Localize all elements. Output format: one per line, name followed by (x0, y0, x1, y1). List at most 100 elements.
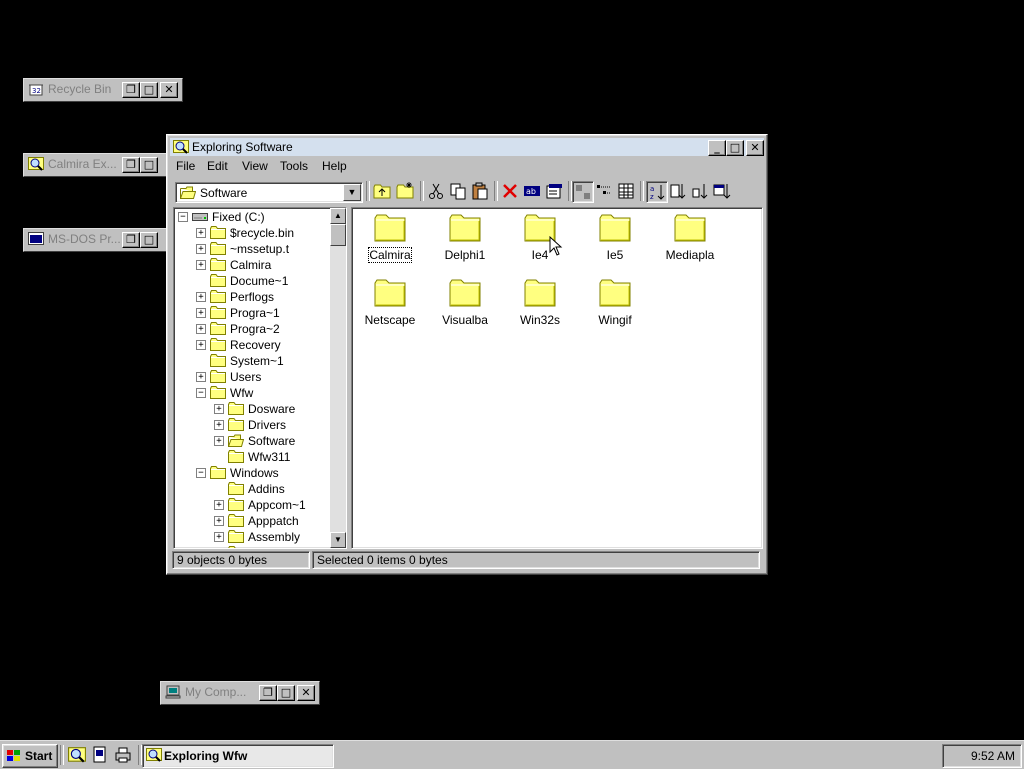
tree-item[interactable]: + Software (174, 433, 328, 449)
maximize-button[interactable]: □ (140, 232, 158, 248)
cut-icon[interactable] (426, 181, 446, 201)
expand-icon[interactable]: + (214, 404, 224, 414)
file-item[interactable]: Calmira (353, 212, 427, 272)
expand-icon[interactable]: + (214, 420, 224, 430)
tree-item[interactable]: + Progra~2 (174, 321, 328, 337)
restore-button[interactable]: ❐ (259, 685, 277, 701)
tree-item[interactable]: + Users (174, 369, 328, 385)
up-folder-icon[interactable] (372, 181, 392, 201)
file-item[interactable]: Delphi1 (428, 212, 502, 272)
taskbar-button-exploring[interactable]: Exploring Wfw (142, 744, 334, 768)
tree-item[interactable]: + Bitlo~1 (174, 545, 328, 549)
restore-button[interactable]: ❐ (122, 232, 140, 248)
printer-quicklaunch-icon[interactable] (114, 746, 132, 764)
tree-item[interactable]: + Drivers (174, 417, 328, 433)
file-item[interactable]: Ie4 (503, 212, 577, 272)
tree-item[interactable]: − Fixed (C:) (174, 209, 328, 225)
paste-icon[interactable] (470, 181, 490, 201)
tree-item[interactable]: + ~mssetup.t (174, 241, 328, 257)
expand-icon[interactable]: + (214, 500, 224, 510)
minimized-window-recycle-bin[interactable]: 32 Recycle Bin ❐ □ ✕ (23, 78, 183, 102)
tree-scrollbar[interactable]: ▲ ▼ (330, 208, 346, 548)
expand-icon[interactable]: + (196, 244, 206, 254)
scroll-up-arrow-icon[interactable]: ▲ (330, 208, 346, 224)
start-button[interactable]: Start (2, 744, 58, 768)
minimized-window-my-computer[interactable]: My Comp... ❐ □ ✕ (160, 681, 320, 705)
scroll-thumb[interactable] (330, 224, 346, 246)
tree-item[interactable]: + Calmira (174, 257, 328, 273)
sort-by-name-icon[interactable]: az (646, 181, 668, 203)
sort-by-type-icon[interactable] (668, 181, 688, 201)
file-item[interactable]: Mediapla (653, 212, 727, 272)
tree-item[interactable]: + Assembly (174, 529, 328, 545)
minimize-button[interactable]: _ (708, 140, 726, 156)
menu-tools[interactable]: Tools (280, 159, 308, 173)
file-item[interactable]: Netscape (353, 277, 427, 337)
file-list[interactable]: Calmira Delphi1 Ie4 Ie5 Mediapla Netscape Visu… (351, 207, 763, 549)
rename-icon[interactable]: ab (522, 181, 542, 201)
tree-item[interactable]: Addins (174, 481, 328, 497)
file-item[interactable]: Wingif (578, 277, 652, 337)
restore-button[interactable]: ❐ (122, 157, 140, 173)
copy-icon[interactable] (448, 181, 468, 201)
expand-icon[interactable]: + (196, 372, 206, 382)
collapse-icon[interactable]: − (196, 388, 206, 398)
tree-item[interactable]: + Appcom~1 (174, 497, 328, 513)
maximize-button[interactable]: □ (140, 82, 158, 98)
title-bar[interactable]: Exploring Software _ □ ✕ (170, 138, 764, 156)
tree-item[interactable]: − Wfw (174, 385, 328, 401)
close-button[interactable]: ✕ (746, 140, 764, 156)
expand-icon[interactable]: + (196, 260, 206, 270)
file-item[interactable]: Win32s (503, 277, 577, 337)
tree-item[interactable]: System~1 (174, 353, 328, 369)
tree-item[interactable]: + Recovery (174, 337, 328, 353)
tree-item[interactable]: + Dosware (174, 401, 328, 417)
maximize-button[interactable]: □ (277, 685, 295, 701)
properties-icon[interactable] (544, 181, 564, 201)
maximize-button[interactable]: □ (140, 157, 158, 173)
details-icon[interactable] (616, 181, 636, 201)
tree-item[interactable]: Docume~1 (174, 273, 328, 289)
maximize-button[interactable]: □ (726, 140, 744, 156)
expand-icon[interactable]: + (214, 548, 224, 549)
expand-icon[interactable]: + (196, 340, 206, 350)
menu-help[interactable]: Help (322, 159, 347, 173)
expand-icon[interactable]: + (196, 308, 206, 318)
large-icons-icon[interactable] (572, 181, 594, 203)
tree-item[interactable]: + $recycle.bin (174, 225, 328, 241)
document-quicklaunch-icon[interactable] (91, 746, 109, 764)
file-item[interactable]: Visualba (428, 277, 502, 337)
tree-item[interactable]: Wfw311 (174, 449, 328, 465)
delete-icon[interactable] (500, 181, 520, 201)
explore-quicklaunch-icon[interactable] (68, 746, 86, 764)
sort-by-size-icon[interactable] (690, 181, 710, 201)
expand-icon[interactable]: + (196, 292, 206, 302)
scroll-down-arrow-icon[interactable]: ▼ (330, 532, 346, 548)
file-item[interactable]: Ie5 (578, 212, 652, 272)
expand-icon[interactable]: + (214, 532, 224, 542)
new-folder-icon[interactable] (395, 181, 415, 201)
menu-edit[interactable]: Edit (207, 159, 228, 173)
tree-item[interactable]: + Progra~1 (174, 305, 328, 321)
tree-item[interactable]: − Windows (174, 465, 328, 481)
address-combo[interactable]: Software ▼ (175, 182, 363, 203)
collapse-icon[interactable]: − (196, 468, 206, 478)
menu-file[interactable]: File (176, 159, 195, 173)
restore-button[interactable]: ❐ (122, 82, 140, 98)
expand-icon[interactable]: + (196, 324, 206, 334)
expand-icon[interactable]: + (196, 228, 206, 238)
close-button[interactable]: ✕ (297, 685, 315, 701)
menu-view[interactable]: View (242, 159, 268, 173)
chevron-down-icon[interactable]: ▼ (343, 184, 361, 201)
folder-tree[interactable]: − Fixed (C:) + $recycle.bin + ~mssetup.t + Calm… (173, 207, 347, 549)
sort-by-date-icon[interactable] (712, 181, 732, 201)
minimized-window-msdos[interactable]: MS-DOS Pr... ❐ □ (23, 228, 183, 252)
tree-item[interactable]: + Apppatch (174, 513, 328, 529)
collapse-icon[interactable]: − (178, 212, 188, 222)
expand-icon[interactable]: + (214, 436, 224, 446)
minimized-window-calmira[interactable]: Calmira Ex... ❐ □ (23, 153, 183, 177)
tree-item[interactable]: + Perflogs (174, 289, 328, 305)
close-button[interactable]: ✕ (160, 82, 178, 98)
expand-icon[interactable]: + (214, 516, 224, 526)
small-icons-icon[interactable] (594, 181, 614, 201)
